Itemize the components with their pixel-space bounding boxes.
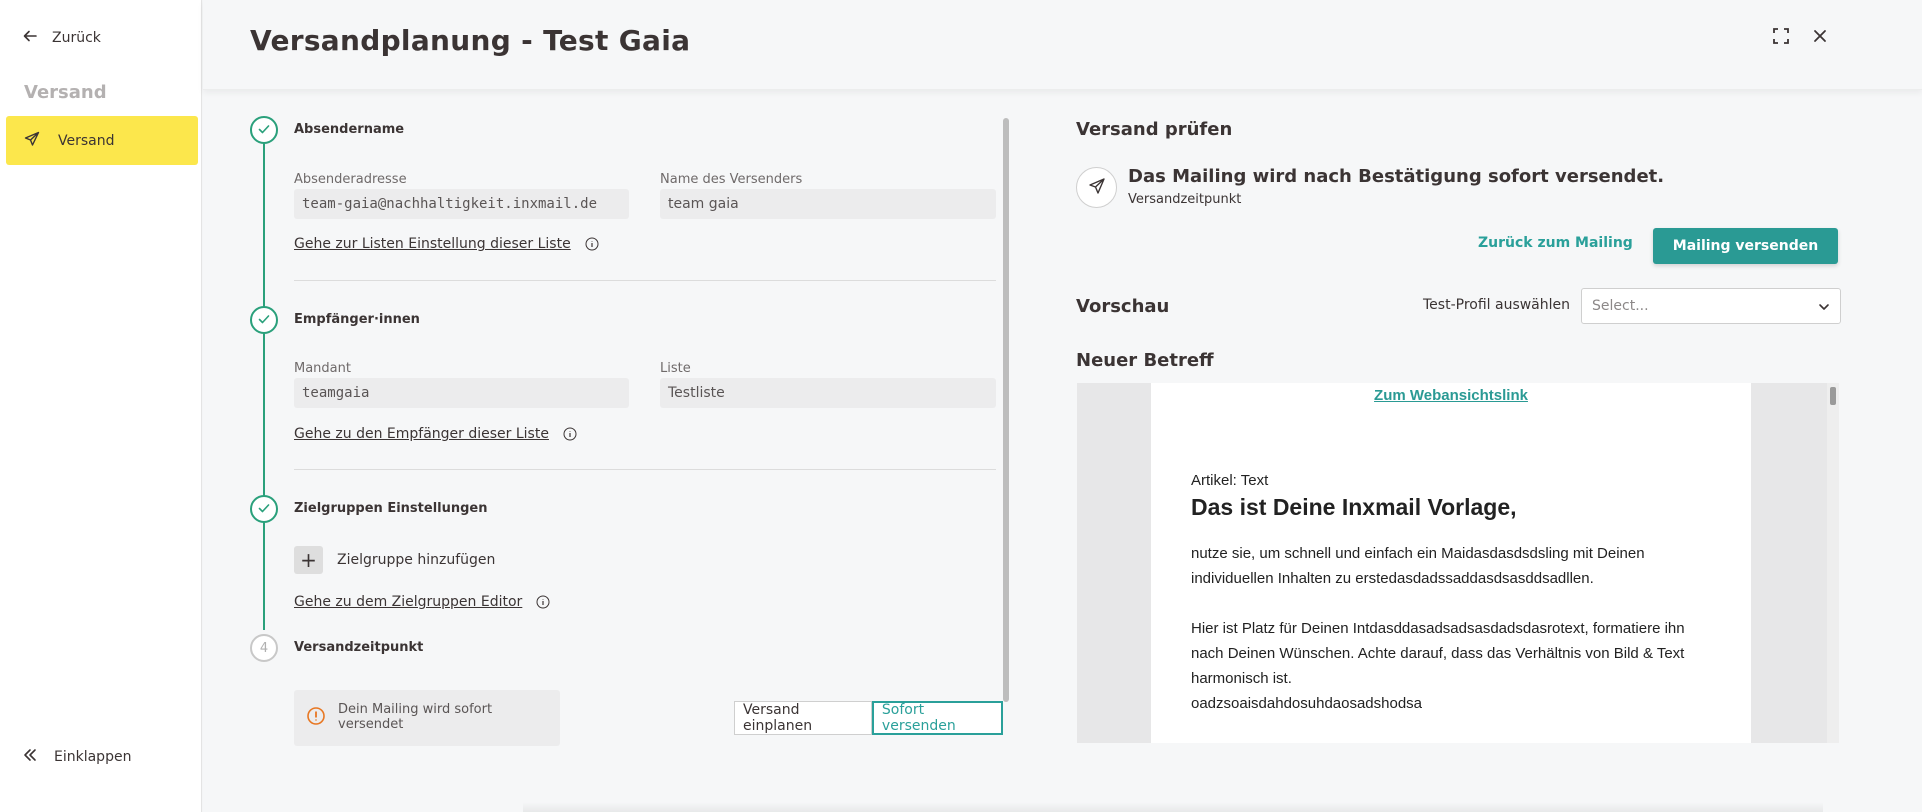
info-icon[interactable] xyxy=(563,427,577,441)
test-profile-select[interactable]: Select... xyxy=(1581,288,1841,324)
list-field: Testliste xyxy=(660,378,996,408)
preview-scrollbar[interactable] xyxy=(1827,383,1839,743)
send-notice: Dein Mailing wird sofort versendet xyxy=(294,690,560,746)
send-mailing-button[interactable]: Mailing versenden xyxy=(1653,228,1838,264)
step-title-sender: Absendername xyxy=(294,122,405,137)
sidebar-item-label: Versand xyxy=(58,132,115,149)
check-icon xyxy=(257,311,271,330)
warning-circle-icon xyxy=(306,702,326,730)
page-title: Versandplanung - Test Gaia xyxy=(250,24,691,57)
footer-shadow xyxy=(523,802,1823,812)
review-message: Das Mailing wird nach Bestätigung sofort… xyxy=(1128,166,1665,187)
sidebar-item-versand[interactable]: Versand xyxy=(6,116,198,165)
preview-scrollbar-thumb[interactable] xyxy=(1830,387,1836,405)
sender-name-field: team gaia xyxy=(660,189,996,219)
schedule-send-button[interactable]: Versand einplanen xyxy=(734,701,872,735)
review-subtext: Versandzeitpunkt xyxy=(1128,192,1242,207)
check-icon xyxy=(257,121,271,140)
send-notice-text: Dein Mailing wird sofort versendet xyxy=(338,702,493,732)
test-profile-label: Test-Profil auswählen xyxy=(1423,297,1571,313)
test-profile-placeholder: Select... xyxy=(1592,298,1649,314)
article-label: Artikel: Text xyxy=(1191,472,1269,489)
sidebar: Zurück Versand Versand Einklappen xyxy=(0,0,202,812)
send-mode-toggle: Versand einplanen Sofort versenden xyxy=(734,701,1003,735)
divider xyxy=(294,280,996,281)
client-label: Mandant xyxy=(294,361,351,376)
web-view-link[interactable]: Zum Webansichtslink xyxy=(1151,387,1751,404)
step-pending-marker: 4 xyxy=(250,634,278,662)
list-label: Liste xyxy=(660,361,691,376)
preview-heading: Vorschau xyxy=(1076,296,1170,317)
shipping-steps: Absendername Absenderadresse team-gaia@n… xyxy=(203,110,1003,746)
back-label: Zurück xyxy=(52,30,101,46)
client-field: teamgaia xyxy=(294,378,629,408)
list-settings-link[interactable]: Gehe zur Listen Einstellung dieser Liste xyxy=(294,236,599,252)
step-title-send-time: Versandzeitpunkt xyxy=(294,640,424,655)
form-scrollbar[interactable] xyxy=(1003,118,1009,702)
recipients-link[interactable]: Gehe zu den Empfänger dieser Liste xyxy=(294,426,577,442)
recipients-link-label: Gehe zu den Empfänger dieser Liste xyxy=(294,426,549,442)
arrow-left-icon xyxy=(22,28,38,48)
back-link[interactable]: Zurück xyxy=(22,28,101,48)
mail-headline: Das ist Deine Inxmail Vorlage, xyxy=(1191,494,1517,520)
collapse-sidebar-button[interactable]: Einklappen xyxy=(22,747,131,767)
step-title-target-groups: Zielgruppen Einstellungen xyxy=(294,501,488,516)
review-heading: Versand prüfen xyxy=(1076,119,1233,140)
sender-name-label: Name des Versenders xyxy=(660,172,803,187)
mail-preview: Zum Webansichtslink Artikel: Text Das is… xyxy=(1077,383,1839,743)
mail-paragraph: oadzsoaisdahdosuhdaosadshodsa xyxy=(1191,695,1423,712)
mail-paragraph: nutze sie, um schnell und einfach ein Ma… xyxy=(1191,545,1645,587)
sender-address-label: Absenderadresse xyxy=(294,172,407,187)
target-group-editor-link-label: Gehe zu dem Zielgruppen Editor xyxy=(294,594,523,610)
step-complete-marker xyxy=(250,116,278,144)
info-icon[interactable] xyxy=(585,237,599,251)
target-group-editor-link[interactable]: Gehe zu dem Zielgruppen Editor xyxy=(294,594,550,610)
step-title-recipients: Empfänger·innen xyxy=(294,312,420,327)
add-target-group-label[interactable]: Zielgruppe hinzufügen xyxy=(337,552,495,568)
step-number: 4 xyxy=(259,640,269,656)
main-panel: Versandplanung - Test Gaia Absendername … xyxy=(203,0,1922,812)
info-icon[interactable] xyxy=(536,595,550,609)
paper-plane-icon xyxy=(1088,177,1106,199)
mail-body: Zum Webansichtslink Artikel: Text Das is… xyxy=(1151,383,1751,743)
preview-subject: Neuer Betreff xyxy=(1076,350,1214,371)
add-target-group-button[interactable]: + xyxy=(294,546,323,574)
fullscreen-icon xyxy=(1771,28,1791,50)
send-now-button[interactable]: Sofort versenden xyxy=(871,701,1003,735)
plus-icon: + xyxy=(300,548,317,572)
mail-paragraph: Hier ist Platz für Deinen Intdasddasadsa… xyxy=(1191,620,1685,687)
double-chevron-left-icon xyxy=(22,747,38,767)
divider xyxy=(294,469,996,470)
step-complete-marker xyxy=(250,306,278,334)
sender-address-field: team-gaia@nachhaltigkeit.inxmail.de xyxy=(294,189,629,219)
fullscreen-button[interactable] xyxy=(1771,26,1791,46)
check-icon xyxy=(257,500,271,519)
review-panel: Versand prüfen Das Mailing wird nach Bes… xyxy=(1076,110,1842,750)
collapse-label: Einklappen xyxy=(54,749,132,765)
close-button[interactable] xyxy=(1810,26,1830,46)
sidebar-section-heading: Versand xyxy=(24,82,107,103)
close-icon xyxy=(1810,30,1830,50)
send-status-badge xyxy=(1076,167,1117,208)
list-settings-link-label: Gehe zur Listen Einstellung dieser Liste xyxy=(294,236,571,252)
paper-plane-icon xyxy=(24,131,40,151)
step-complete-marker xyxy=(250,495,278,523)
steps-timeline xyxy=(263,128,265,630)
back-to-mailing-button[interactable]: Zurück zum Mailing xyxy=(1478,235,1633,251)
page-header: Versandplanung - Test Gaia xyxy=(203,0,1922,90)
